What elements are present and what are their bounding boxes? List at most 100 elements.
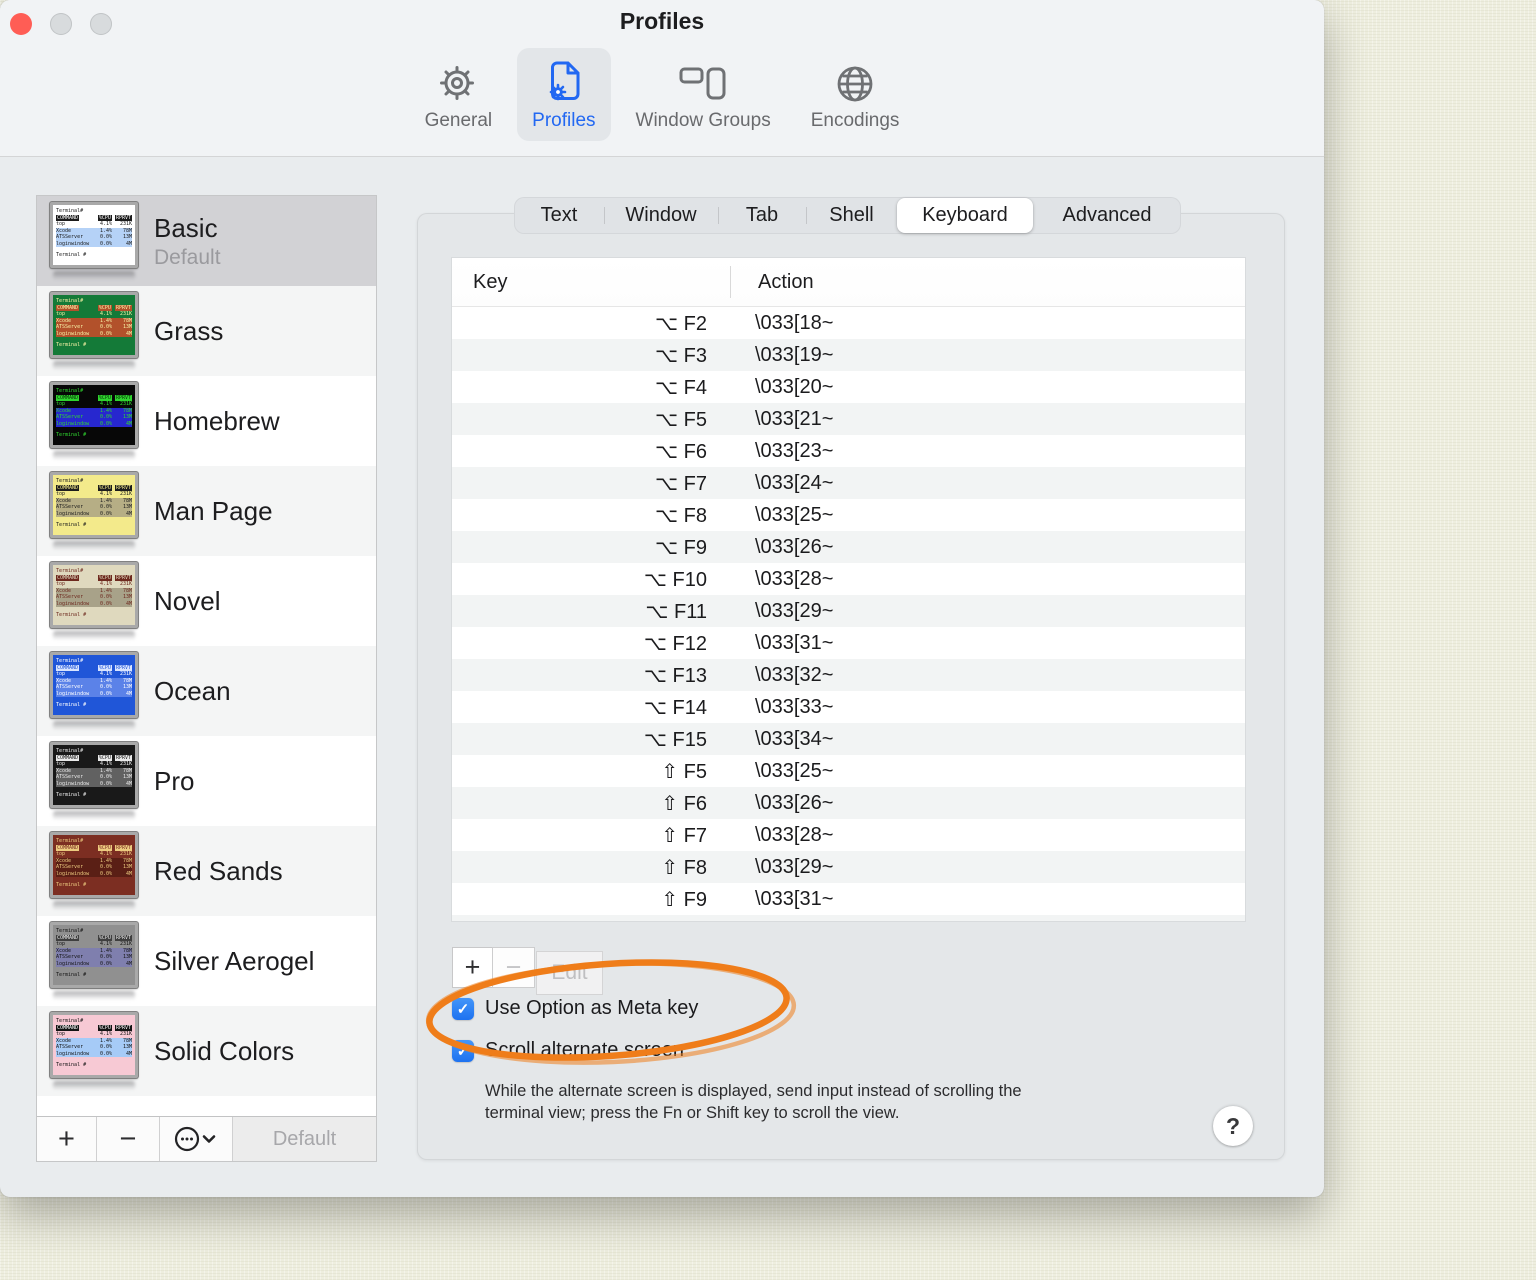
profile-name: Basic — [154, 212, 218, 243]
profile-list-item-pro[interactable]: Terminal# COMMAND %CPU RPRVT top 4.1% 231K Xcod… — [37, 736, 376, 826]
use-option-as-meta-key-checkbox[interactable]: ✓ — [452, 997, 474, 1020]
profile-thumbnail: Terminal# COMMAND %CPU RPRVT top 4.1% 231K Xcod… — [50, 742, 138, 820]
edit-binding-button[interactable]: Edit — [536, 951, 603, 995]
tab-advanced[interactable]: Advanced — [1033, 197, 1181, 234]
profile-list-item-solid-colors[interactable]: Terminal# COMMAND %CPU RPRVT top 4.1% 231K Xcod… — [37, 1006, 376, 1096]
key-cell: ⌥ F10 — [643, 568, 707, 591]
table-row[interactable]: ⌥ F8 \033[25~ — [452, 499, 1245, 531]
key-cell: ⌥ F13 — [643, 664, 707, 687]
scroll-alternate-screen-row: ✓ Scroll alternate screen — [452, 1039, 684, 1062]
table-row[interactable]: ⇧ F7 \033[28~ — [452, 819, 1245, 851]
thumbnail-reflection — [53, 631, 135, 640]
toolbar-item-window-groups[interactable]: Window Groups — [621, 48, 786, 141]
preferences-window: Profiles General Profiles Window Groups … — [0, 0, 1324, 1197]
profile-thumbnail: Terminal# COMMAND %CPU RPRVT top 4.1% 231K Xcod… — [50, 472, 138, 550]
table-row[interactable]: ⌥ F13 \033[32~ — [452, 659, 1245, 691]
sidebar-action-bar: + − Default — [37, 1116, 376, 1161]
column-header-action: Action — [758, 270, 814, 293]
remove-profile-button[interactable]: − — [97, 1117, 160, 1161]
tab-tab[interactable]: Tab — [718, 197, 806, 234]
thumbnail-reflection — [53, 811, 135, 820]
table-row[interactable]: ⌥ F14 \033[33~ — [452, 691, 1245, 723]
profile-name: Homebrew — [154, 406, 280, 436]
remove-binding-button[interactable]: − — [492, 947, 535, 988]
window-title: Profiles — [619, 8, 705, 34]
toolbar-item-encodings[interactable]: Encodings — [796, 48, 915, 141]
tab-window[interactable]: Window — [604, 197, 718, 234]
toolbar-label: General — [424, 110, 493, 131]
profile-list: Terminal# COMMAND %CPU RPRVT top 4.1% 231K Xcod… — [37, 196, 376, 1116]
profile-name: Novel — [154, 586, 221, 616]
action-cell: \033[21~ — [755, 407, 834, 430]
preferences-toolbar: General Profiles Window Groups Encodings — [0, 48, 1324, 141]
profile-name: Red Sands — [154, 856, 283, 886]
profile-list-item-novel[interactable]: Terminal# COMMAND %CPU RPRVT top 4.1% 231K Xcod… — [37, 556, 376, 646]
profile-list-item-homebrew[interactable]: Terminal# COMMAND %CPU RPRVT top 4.1% 231K Xcod… — [37, 376, 376, 466]
action-cell: \033[18~ — [755, 311, 834, 334]
table-row[interactable]: ⇧ F9 \033[31~ — [452, 883, 1245, 915]
tab-label: Tab — [745, 204, 779, 226]
key-cell: ⌥ F2 — [655, 312, 707, 335]
column-divider[interactable] — [730, 266, 731, 298]
toolbar-item-profiles[interactable]: Profiles — [517, 48, 611, 141]
profile-list-item-basic[interactable]: Terminal# COMMAND %CPU RPRVT top 4.1% 231K Xcod… — [37, 196, 376, 286]
toolbar-item-general[interactable]: General — [410, 48, 508, 141]
profile-thumbnail: Terminal# COMMAND %CPU RPRVT top 4.1% 231K Xcod… — [50, 832, 138, 910]
key-cell: ⇧ F5 — [661, 760, 707, 783]
table-row[interactable]: ⇧ F5 \033[25~ — [452, 755, 1245, 787]
thumbnail-reflection — [53, 1081, 135, 1090]
action-cell: \033[34~ — [755, 727, 834, 750]
thumbnail-reflection — [53, 361, 135, 370]
action-cell: \033[31~ — [755, 631, 834, 654]
key-cell: ⌥ F6 — [655, 440, 707, 463]
tab-shell[interactable]: Shell — [806, 197, 897, 234]
thumbnail-reflection — [53, 271, 135, 280]
profile-list-item-man-page[interactable]: Terminal# COMMAND %CPU RPRVT top 4.1% 231K Xcod… — [37, 466, 376, 556]
titlebar: Profiles General Profiles Window Groups … — [0, 0, 1324, 157]
table-row[interactable]: ⇧ F8 \033[29~ — [452, 851, 1245, 883]
action-cell: \033[24~ — [755, 471, 834, 494]
set-default-button[interactable]: Default — [233, 1117, 376, 1161]
tab-keyboard[interactable]: Keyboard — [897, 198, 1033, 233]
table-row[interactable]: ⇧ F6 \033[26~ — [452, 787, 1245, 819]
add-profile-button[interactable]: + — [37, 1117, 97, 1161]
use-option-as-meta-key-label: Use Option as Meta key — [485, 997, 699, 1019]
use-option-as-meta-key-row: ✓ Use Option as Meta key — [452, 997, 698, 1020]
tab-label: Advanced — [1062, 204, 1152, 226]
profiles-sidebar: Terminal# COMMAND %CPU RPRVT top 4.1% 231K Xcod… — [36, 195, 377, 1162]
profile-list-item-grass[interactable]: Terminal# COMMAND %CPU RPRVT top 4.1% 231K Xcod… — [37, 286, 376, 376]
add-binding-button[interactable]: + — [452, 947, 493, 988]
tab-text[interactable]: Text — [514, 197, 604, 234]
table-row[interactable]: ⌥ F10 \033[28~ — [452, 563, 1245, 595]
profile-name: Silver Aerogel — [154, 946, 315, 976]
tab-label: Shell — [829, 204, 874, 226]
thumbnail-reflection — [53, 451, 135, 460]
key-cell: ⇧ F6 — [661, 792, 707, 815]
table-row[interactable]: ⌥ F15 \033[34~ — [452, 723, 1245, 755]
profile-list-item-red-sands[interactable]: Terminal# COMMAND %CPU RPRVT top 4.1% 231K Xcod… — [37, 826, 376, 916]
table-row — [452, 915, 1245, 921]
scroll-alternate-screen-label: Scroll alternate screen — [485, 1039, 684, 1061]
profile-menu-button[interactable] — [160, 1117, 233, 1161]
key-cell: ⇧ F7 — [661, 824, 707, 847]
profile-thumbnail: Terminal# COMMAND %CPU RPRVT top 4.1% 231K Xcod… — [50, 202, 138, 280]
profile-name: Pro — [154, 766, 195, 796]
scroll-alternate-screen-checkbox[interactable]: ✓ — [452, 1039, 474, 1062]
table-row[interactable]: ⌥ F9 \033[26~ — [452, 531, 1245, 563]
table-row[interactable]: ⌥ F3 \033[19~ — [452, 339, 1245, 371]
window-groups-icon — [677, 55, 729, 107]
table-row[interactable]: ⌥ F7 \033[24~ — [452, 467, 1245, 499]
table-row[interactable]: ⌥ F12 \033[31~ — [452, 627, 1245, 659]
table-row[interactable]: ⌥ F5 \033[21~ — [452, 403, 1245, 435]
profile-name: Grass — [154, 316, 224, 346]
table-row[interactable]: ⌥ F2 \033[18~ — [452, 307, 1245, 339]
profile-list-item-silver-aerogel[interactable]: Terminal# COMMAND %CPU RPRVT top 4.1% 231K Xcod… — [37, 916, 376, 1006]
profile-thumbnail: Terminal# COMMAND %CPU RPRVT top 4.1% 231K Xcod… — [50, 922, 138, 1000]
table-row[interactable]: ⌥ F6 \033[23~ — [452, 435, 1245, 467]
checkmark-icon: ✓ — [456, 1042, 470, 1060]
profile-list-item-ocean[interactable]: Terminal# COMMAND %CPU RPRVT top 4.1% 231K Xcod… — [37, 646, 376, 736]
help-button[interactable]: ? — [1213, 1106, 1253, 1146]
key-cell: ⌥ F4 — [655, 376, 707, 399]
table-row[interactable]: ⌥ F4 \033[20~ — [452, 371, 1245, 403]
table-row[interactable]: ⌥ F11 \033[29~ — [452, 595, 1245, 627]
